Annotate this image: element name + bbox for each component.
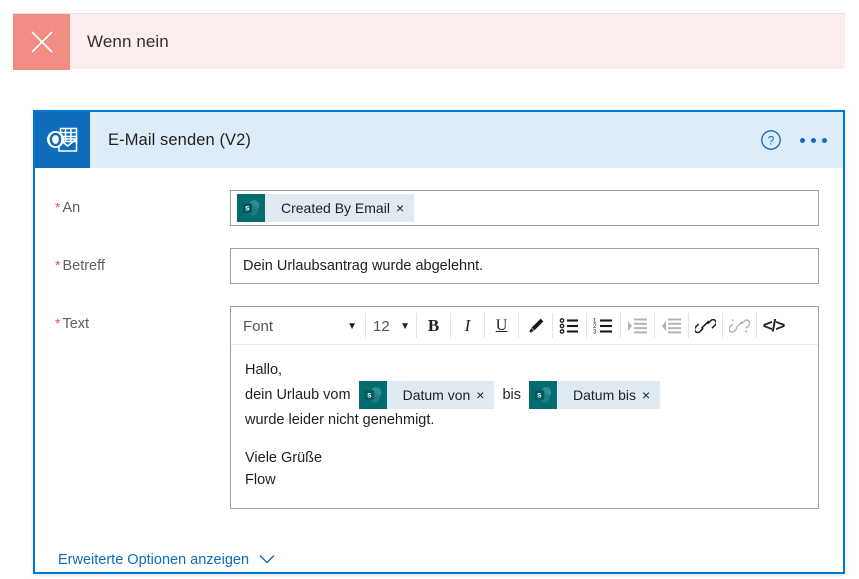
link-icon[interactable] — [689, 309, 722, 343]
token-remove-button[interactable]: × — [474, 388, 494, 402]
field-label-subject: * Betreff — [35, 248, 230, 274]
dynamic-content-token-datum-bis[interactable]: s Datum bis × — [529, 381, 661, 410]
underline-button[interactable]: U — [485, 309, 518, 343]
svg-text:3: 3 — [593, 329, 597, 336]
bulleted-list-icon[interactable] — [553, 309, 586, 343]
token-remove-button[interactable]: × — [394, 201, 414, 215]
svg-text:s: s — [537, 391, 542, 400]
sharepoint-icon: s — [358, 381, 387, 410]
card-title: E-Mail senden (V2) — [108, 130, 252, 149]
increase-indent-icon[interactable] — [621, 309, 654, 343]
show-advanced-options-link[interactable]: Erweiterte Optionen anzeigen — [58, 552, 275, 568]
svg-text:s: s — [367, 391, 372, 400]
close-x-icon — [13, 14, 70, 70]
card-header[interactable]: E-Mail senden (V2) ? — [35, 112, 843, 168]
body-line-3: wurde leider nicht genehmigt. — [245, 409, 804, 431]
body-line-4-text: Viele Grüße — [245, 449, 323, 466]
field-row-to: * An s Created By Email × — [35, 190, 843, 226]
dynamic-content-token-created-by-email[interactable]: s Created By Email × — [237, 194, 415, 222]
rich-text-editor[interactable]: Font ▼ 12 ▼ B I U 1 2 3 </> Hallo, dein … — [230, 306, 819, 509]
decrease-indent-icon[interactable] — [655, 309, 688, 343]
to-input[interactable]: s Created By Email × — [230, 190, 819, 226]
unlink-icon[interactable] — [723, 309, 756, 343]
field-row-body: * Text Font ▼ 12 ▼ B I U 1 2 3 </> Hallo… — [35, 306, 843, 509]
ellipsis-icon[interactable] — [800, 137, 827, 143]
numbered-list-icon[interactable]: 123 — [587, 309, 620, 343]
body-line-4: Viele Grüße — [245, 447, 804, 469]
action-card-send-email[interactable]: E-Mail senden (V2) ? * An s Created By E… — [33, 110, 845, 574]
chevron-down-icon — [259, 552, 275, 568]
field-label-to-text: An — [62, 200, 81, 216]
body-line-2-middle: bis — [502, 387, 522, 404]
sharepoint-icon: s — [529, 381, 558, 410]
svg-text:?: ? — [768, 134, 775, 148]
sharepoint-icon: s — [237, 194, 265, 222]
font-family-dropdown[interactable]: Font ▼ — [233, 309, 365, 343]
chevron-down-icon: ▼ — [400, 320, 410, 332]
field-label-body: * Text — [35, 306, 230, 332]
card-header-actions: ? — [760, 112, 843, 168]
font-size-dropdown[interactable]: 12 ▼ — [366, 309, 416, 343]
token-remove-button[interactable]: × — [640, 388, 660, 402]
chevron-down-icon: ▼ — [347, 320, 357, 332]
field-label-body-text: Text — [62, 316, 90, 332]
token-label: Datum bis — [573, 386, 637, 403]
font-family-value: Font — [243, 317, 274, 335]
branch-header-if-no: Wenn nein — [13, 13, 845, 70]
italic-button[interactable]: I — [451, 309, 484, 343]
subject-input[interactable]: Dein Urlaubsantrag wurde abgelehnt. — [230, 248, 819, 284]
field-label-subject-text: Betreff — [62, 258, 105, 274]
outlook-icon — [35, 112, 90, 168]
body-line-3-text: wurde leider nicht genehmigt. — [245, 412, 435, 429]
dynamic-content-token-datum-von[interactable]: s Datum von × — [358, 381, 495, 410]
body-line-1: Hallo, — [245, 359, 804, 381]
body-line-5: Flow — [245, 469, 804, 491]
token-label: Created By Email — [281, 200, 390, 216]
field-label-to: * An — [35, 190, 230, 216]
required-asterisk: * — [55, 257, 61, 273]
body-line-2-prefix: dein Urlaub vom — [245, 387, 351, 404]
bold-button[interactable]: B — [417, 309, 450, 343]
required-asterisk: * — [55, 315, 61, 331]
code-view-button[interactable]: </> — [757, 309, 790, 343]
branch-title: Wenn nein — [87, 31, 169, 51]
font-size-value: 12 — [373, 317, 390, 335]
body-blank-line — [245, 432, 804, 447]
editor-content-area[interactable]: Hallo, dein Urlaub vom s Datum von × bis… — [231, 345, 818, 508]
token-label: Datum von — [402, 386, 471, 403]
card-body: * An s Created By Email × * Betreff Dein… — [35, 190, 843, 579]
show-advanced-options-label: Erweiterte Optionen anzeigen — [58, 552, 250, 568]
body-line-5-text: Flow — [245, 472, 276, 489]
required-asterisk: * — [55, 199, 61, 215]
highlighter-icon[interactable] — [519, 309, 552, 343]
svg-text:s: s — [245, 203, 250, 212]
help-circle-icon[interactable]: ? — [760, 129, 782, 151]
body-line-1-text: Hallo, — [245, 362, 283, 378]
editor-toolbar: Font ▼ 12 ▼ B I U 1 2 3 </> — [231, 307, 818, 345]
body-line-2: dein Urlaub vom s Datum von × bis s Datu… — [245, 381, 804, 410]
field-row-subject: * Betreff Dein Urlaubsantrag wurde abgele… — [35, 248, 843, 284]
flow-designer-canvas: Wenn nein E-Mail senden (V2) ? * An s Cr… — [0, 0, 859, 579]
